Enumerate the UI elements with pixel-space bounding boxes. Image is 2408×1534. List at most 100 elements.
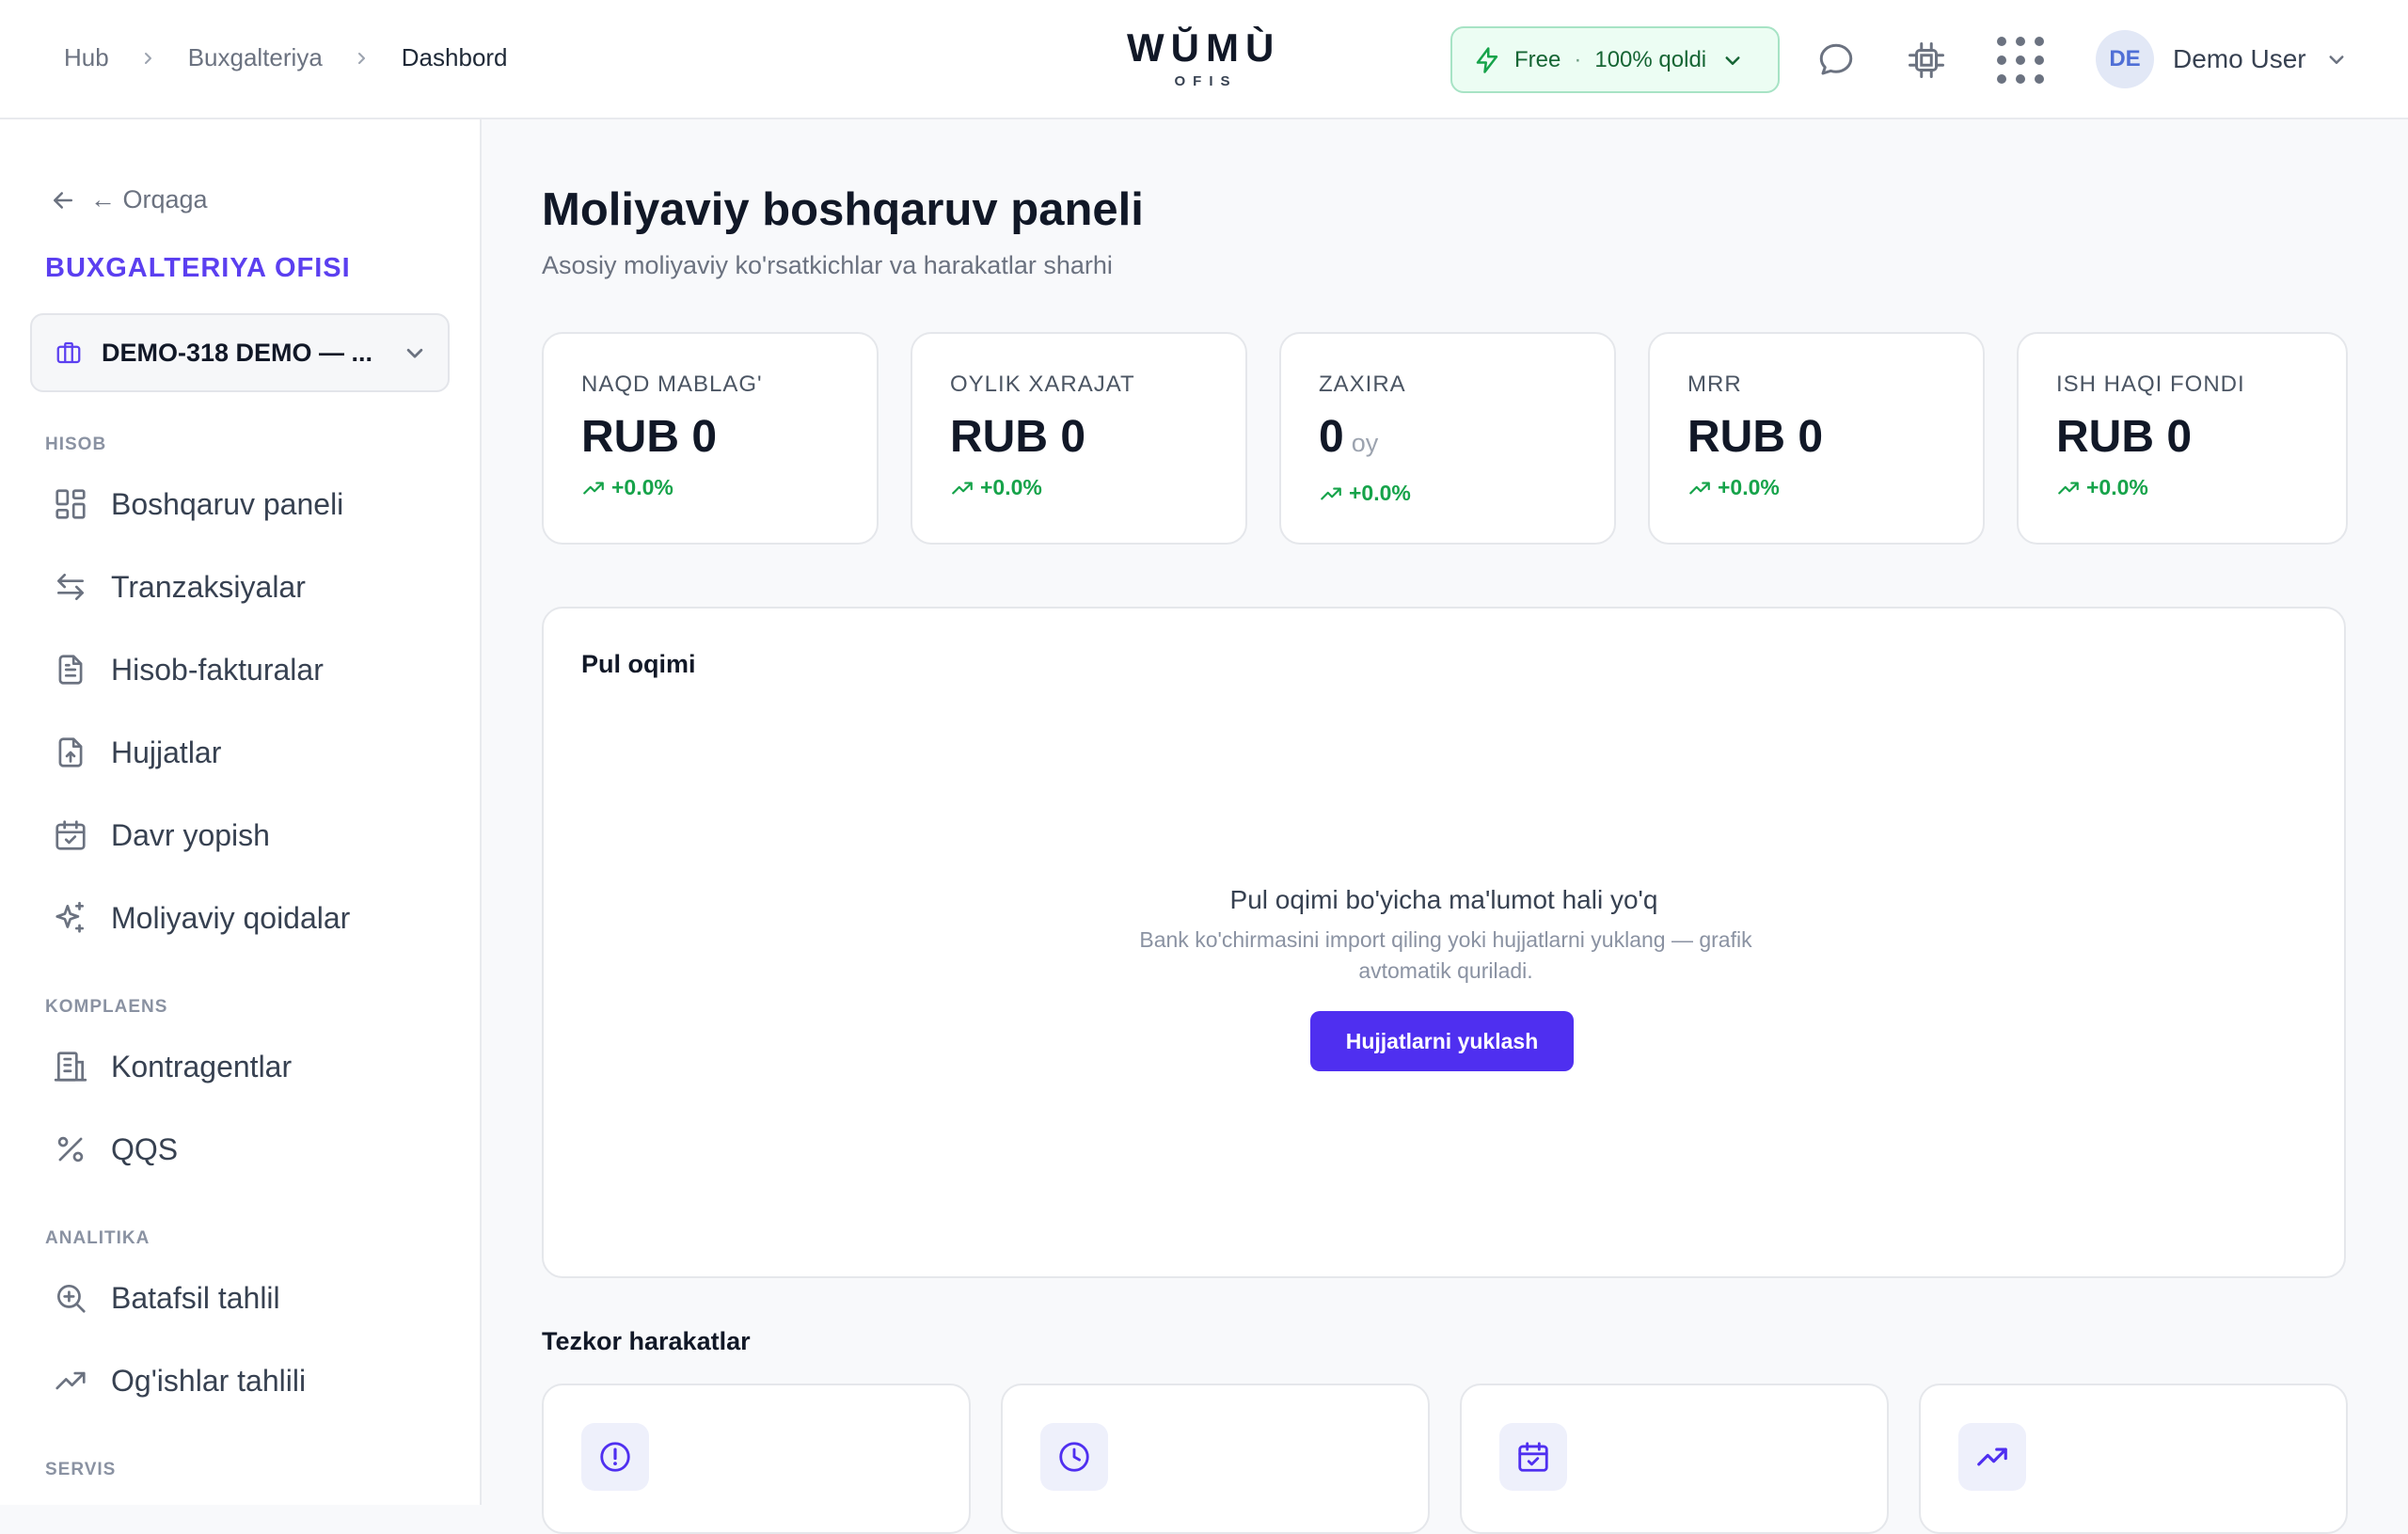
dashboard-grid-icon bbox=[55, 489, 86, 519]
stat-change: +0.0% bbox=[1319, 481, 1576, 506]
user-name: Demo User bbox=[2173, 44, 2306, 73]
stat-value-unit: oy bbox=[1351, 429, 1379, 457]
file-text-icon bbox=[58, 655, 83, 685]
apps-grid-icon[interactable] bbox=[1996, 36, 2045, 85]
quick-action-card[interactable] bbox=[1919, 1384, 2348, 1534]
stat-value: RUB 0 bbox=[2056, 412, 2193, 462]
cashflow-card: Pul oqimi Pul oqimi bo'yicha ma'lumot ha… bbox=[542, 607, 2346, 1278]
stat-change: +0.0% bbox=[950, 475, 1208, 500]
avatar: DE bbox=[2096, 30, 2154, 88]
sidebar-item-rules[interactable]: Moliyaviy qoidalar bbox=[53, 900, 350, 936]
stat-label: ZAXIRA bbox=[1319, 372, 1406, 397]
trending-up-icon bbox=[1958, 1423, 2026, 1491]
sidebar: ← Orqaga BUXGALTERIYA OFISI DEMO-318 DEM… bbox=[0, 119, 482, 1505]
stat-card-payroll: ISH HAQI FONDI RUB 0 +0.0% bbox=[2017, 332, 2348, 545]
stat-value-number: 0 bbox=[1319, 412, 1344, 462]
stat-value: 0 oy bbox=[1319, 411, 1576, 469]
section-hisob: HISOB bbox=[45, 435, 107, 454]
breadcrumb: Hub Buxgalteriya Dashbord bbox=[64, 43, 508, 72]
stat-change-value: +0.0% bbox=[2086, 475, 2148, 499]
upload-documents-button[interactable]: Hujjatlarni yuklash bbox=[1310, 1011, 1574, 1071]
sidebar-item-documents[interactable]: Hujjatlar bbox=[53, 735, 221, 770]
calendar-check-icon bbox=[1499, 1423, 1567, 1491]
arrows-left-right-icon bbox=[56, 573, 85, 601]
lightning-icon bbox=[1476, 46, 1498, 73]
breadcrumb-current: Dashbord bbox=[401, 43, 508, 71]
plan-status-button[interactable]: Free · 100% qoldi bbox=[1450, 26, 1780, 93]
quick-action-card[interactable] bbox=[1460, 1384, 1889, 1534]
stat-value: RUB 0 bbox=[581, 412, 718, 462]
stat-change-value: +0.0% bbox=[980, 475, 1042, 499]
main-content: Moliyaviy boshqaruv paneli Asosiy moliya… bbox=[483, 119, 2408, 1534]
user-menu[interactable]: DE Demo User bbox=[2096, 30, 2346, 88]
empty-state-description: Bank ko'chirmasini import qiling yoki hu… bbox=[1139, 927, 1752, 983]
stat-label: MRR bbox=[1687, 372, 1742, 397]
stat-change-value: +0.0% bbox=[611, 475, 673, 499]
sidebar-item-label: Tranzaksiyalar bbox=[111, 569, 306, 604]
empty-state-title: Pul oqimi bo'yicha ma'lumot hali yo'q bbox=[1229, 885, 1658, 914]
sidebar-item-vat[interactable]: QQS bbox=[53, 1131, 178, 1167]
stat-value: RUB 0 bbox=[950, 412, 1086, 462]
building-icon bbox=[54, 1052, 87, 1082]
section-servis: SERVIS bbox=[45, 1460, 117, 1479]
trending-up-icon bbox=[952, 482, 973, 494]
sidebar-item-label: Davr yopish bbox=[111, 817, 270, 852]
logo-subtitle: OFIS bbox=[1174, 73, 1238, 89]
chevron-down-icon bbox=[2329, 55, 2344, 64]
trending-up-icon bbox=[1321, 487, 1341, 499]
stat-label: ISH HAQI FONDI bbox=[2056, 372, 2245, 397]
stat-card-mrr: MRR RUB 0 +0.0% bbox=[1648, 332, 1985, 545]
trending-up-icon bbox=[2058, 482, 2079, 494]
back-link[interactable]: ← Orqaga bbox=[49, 185, 208, 214]
sidebar-item-label: Moliyaviy qoidalar bbox=[111, 900, 351, 935]
section-analitika: ANALITIKA bbox=[45, 1228, 150, 1248]
chevron-down-icon bbox=[406, 348, 423, 358]
sidebar-item-label: Kontragentlar bbox=[111, 1049, 293, 1083]
stat-label: OYLIK XARAJAT bbox=[950, 372, 1135, 397]
app-logo[interactable]: WŬMÙ OFIS bbox=[1127, 26, 1277, 90]
organization-select[interactable]: DEMO-318 DEMO — ... bbox=[30, 313, 450, 392]
stat-card-cash: NAQD MABLAG' RUB 0 +0.0% bbox=[542, 332, 879, 545]
sidebar-item-close-period[interactable]: Davr yopish bbox=[53, 817, 270, 853]
chat-icon[interactable] bbox=[1814, 38, 1859, 83]
calendar-check-icon bbox=[55, 820, 86, 850]
stat-card-monthly-expense: OYLIK XARAJAT RUB 0 +0.0% bbox=[911, 332, 1247, 545]
back-label: ← Orqaga bbox=[90, 185, 208, 213]
plan-name: Free bbox=[1514, 46, 1561, 72]
cashflow-title: Pul oqimi bbox=[581, 650, 696, 678]
sparkles-icon bbox=[55, 901, 85, 933]
sidebar-item-label: Boshqaruv paneli bbox=[111, 486, 344, 521]
sidebar-item-analysis[interactable]: Batafsil tahlil bbox=[53, 1280, 280, 1316]
sidebar-item-counterparties[interactable]: Kontragentlar bbox=[53, 1049, 292, 1084]
breadcrumb-hub[interactable]: Hub bbox=[64, 43, 109, 72]
sidebar-item-label: Hujjatlar bbox=[111, 735, 222, 769]
sidebar-item-invoices[interactable]: Hisob-fakturalar bbox=[53, 652, 324, 688]
quick-action-card[interactable] bbox=[1001, 1384, 1430, 1534]
stat-label: NAQD MABLAG' bbox=[581, 372, 763, 397]
chevron-down-icon bbox=[1725, 55, 1740, 65]
stat-value: RUB 0 bbox=[1687, 412, 1824, 462]
stat-change-value: +0.0% bbox=[1718, 475, 1780, 499]
zoom-in-icon bbox=[56, 1284, 86, 1313]
trending-up-icon bbox=[1689, 482, 1710, 494]
briefcase-icon bbox=[56, 341, 81, 364]
organization-name: DEMO-318 DEMO — ... bbox=[102, 338, 373, 367]
sidebar-item-label: QQS bbox=[111, 1131, 179, 1166]
stat-change: +0.0% bbox=[1687, 475, 1945, 500]
sidebar-item-dashboard[interactable]: Boshqaruv paneli bbox=[53, 486, 343, 522]
sidebar-item-label: Hisob-fakturalar bbox=[111, 652, 324, 687]
office-title: BUXGALTERIYA OFISI bbox=[45, 253, 351, 283]
arrow-left-icon bbox=[54, 191, 72, 209]
breadcrumb-buxgalteriya[interactable]: Buxgalteriya bbox=[188, 43, 323, 72]
sidebar-item-deviations[interactable]: Og'ishlar tahlili bbox=[53, 1363, 306, 1399]
cpu-chip-icon[interactable] bbox=[1904, 38, 1949, 83]
percent-icon bbox=[57, 1136, 84, 1162]
chevron-right-icon bbox=[355, 51, 370, 66]
chevron-right-icon bbox=[141, 51, 156, 66]
page-subtitle: Asosiy moliyaviy ko'rsatkichlar va harak… bbox=[542, 251, 1113, 279]
page-title: Moliyaviy boshqaruv paneli bbox=[542, 184, 1144, 235]
quick-action-card[interactable] bbox=[542, 1384, 971, 1534]
sidebar-item-transactions[interactable]: Tranzaksiyalar bbox=[53, 569, 306, 605]
stat-change: +0.0% bbox=[2056, 475, 2308, 500]
clock-icon bbox=[1040, 1423, 1108, 1491]
